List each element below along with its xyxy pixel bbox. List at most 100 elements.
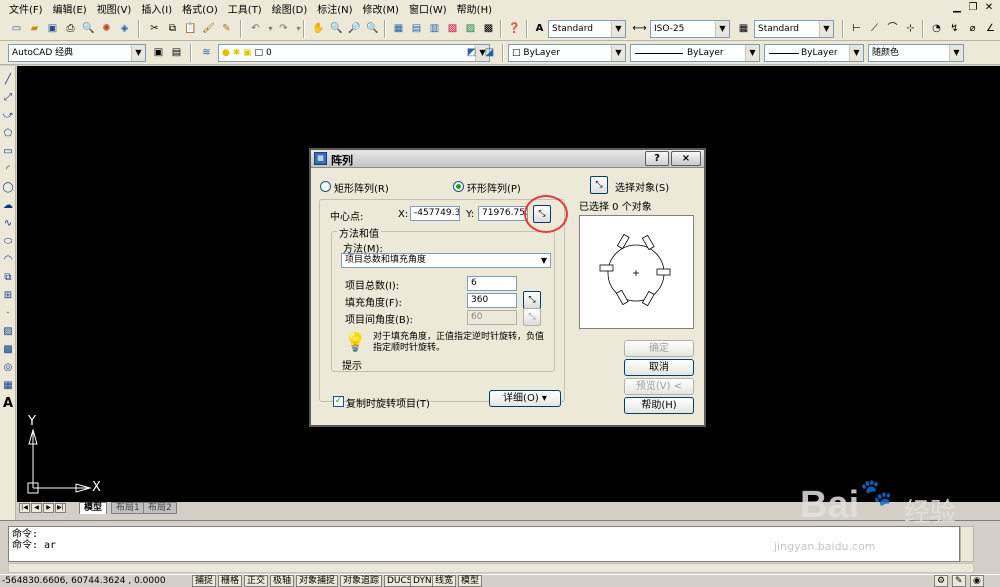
construction-line-icon[interactable]: ⤢ (0, 90, 16, 106)
menu-modify[interactable]: 修改(M) (358, 1, 404, 16)
otrack-toggle[interactable]: 对象追踪 (340, 575, 383, 587)
paste-icon[interactable]: 📋 (182, 20, 199, 37)
help-question-button[interactable]: ? (645, 151, 669, 166)
menu-dimension[interactable]: 标注(N) (312, 1, 357, 16)
make-object-layer-current-icon[interactable]: ◩ (463, 44, 480, 61)
block-editor-icon[interactable]: ✎ (218, 20, 235, 37)
layer-on-icon[interactable]: ● (222, 48, 230, 58)
center-x-input[interactable]: -457749.3 (410, 206, 460, 221)
method-select[interactable]: 项目总数和填充角度 ▼ (341, 253, 551, 268)
tab-model[interactable]: 模型 (79, 502, 108, 514)
markup-icon[interactable]: ▨ (462, 20, 479, 37)
sheet-set-icon[interactable]: ▧ (444, 20, 461, 37)
chevron-down-icon[interactable]: ▼ (745, 45, 759, 61)
text-style-combo[interactable]: Standard ▼ (548, 20, 626, 38)
aligned-dim-icon[interactable]: ⟋ (866, 20, 883, 37)
jogged-dim-icon[interactable]: ↯ (946, 20, 963, 37)
ok-button[interactable]: 确定 (624, 340, 694, 357)
help-button[interactable]: 帮助(H) (624, 397, 694, 414)
zoom-realtime-icon[interactable]: 🔍 (328, 20, 345, 37)
region-icon[interactable]: ◎ (0, 360, 16, 376)
next-tab-icon[interactable]: ▶ (43, 503, 54, 513)
chevron-down-icon[interactable]: ▼ (949, 45, 963, 61)
open-folder-icon[interactable]: ▰ (26, 20, 43, 37)
multiline-text-icon[interactable]: A (0, 396, 16, 412)
cancel-button[interactable]: 取消 (624, 359, 694, 376)
preview-button[interactable]: 预览(V) < (624, 378, 694, 395)
layer-freeze-icon[interactable]: ✱ (233, 48, 241, 58)
chevron-down-icon[interactable]: ▼ (819, 21, 833, 37)
dim-style-combo[interactable]: ISO-25 ▼ (650, 20, 730, 38)
text-style-icon[interactable]: A (531, 20, 548, 37)
lineweight-toggle[interactable]: 线宽 (432, 575, 457, 587)
ordinate-dim-icon[interactable]: ⊹ (902, 20, 919, 37)
osnap-toggle[interactable]: 对象捕捉 (296, 575, 339, 587)
properties-icon[interactable]: ▦ (390, 20, 407, 37)
polyline-icon[interactable]: ⤻ (0, 108, 16, 124)
chevron-down-icon[interactable]: ▼ (541, 254, 547, 267)
pan-icon[interactable]: ✋ (310, 20, 327, 37)
angular-dim-icon[interactable]: ∠ (982, 20, 999, 37)
line-icon[interactable]: ╱ (0, 72, 16, 88)
arc-length-icon[interactable]: ⌒ (884, 20, 901, 37)
help-icon[interactable]: ❓ (506, 20, 523, 37)
fill-angle-input[interactable]: 360 (467, 293, 517, 308)
arc-icon[interactable]: ◜ (0, 162, 16, 178)
chevron-down-icon[interactable]: ▼ (131, 45, 145, 61)
between-angle-input[interactable]: 60 (467, 310, 517, 325)
rotate-items-checkbox[interactable]: ✓ (333, 396, 344, 407)
menu-format[interactable]: 格式(O) (177, 1, 223, 16)
calculator-icon[interactable]: ▩ (480, 20, 497, 37)
tool-palettes-icon[interactable]: ▥ (426, 20, 443, 37)
circle-icon[interactable]: ◯ (0, 180, 16, 196)
match-properties-icon[interactable]: 🖌 (200, 20, 217, 37)
linear-dim-icon[interactable]: ⊢ (848, 20, 865, 37)
lineweight-combo[interactable]: ByLayer ▼ (764, 44, 864, 62)
first-tab-icon[interactable]: |◀ (19, 503, 30, 513)
3d-dwf-icon[interactable]: ◈ (116, 20, 133, 37)
layer-previous-icon[interactable]: ◪ (481, 44, 498, 61)
workspace-settings-icon[interactable]: ▣ (150, 44, 167, 61)
polar-toggle[interactable]: 极轴 (270, 575, 295, 587)
center-y-input[interactable]: 71976.751 (478, 206, 528, 221)
last-tab-icon[interactable]: ▶| (55, 503, 66, 513)
dyn-toggle[interactable]: DYN (410, 575, 435, 587)
revision-cloud-icon[interactable]: ☁ (0, 198, 16, 214)
total-items-input[interactable]: 6 (467, 276, 517, 291)
menu-view[interactable]: 视图(V) (92, 1, 137, 16)
diameter-dim-icon[interactable]: ⌀ (964, 20, 981, 37)
snap-toggle[interactable]: 捕捉 (192, 575, 217, 587)
rectangle-icon[interactable]: ▭ (0, 144, 16, 160)
ellipse-arc-icon[interactable]: ◠ (0, 252, 16, 268)
new-file-icon[interactable]: ▭ (8, 20, 25, 37)
spline-icon[interactable]: ∿ (0, 216, 16, 232)
table-style-combo[interactable]: Standard ▼ (754, 20, 834, 38)
prev-tab-icon[interactable]: ◀ (31, 503, 42, 513)
copy-icon[interactable]: ⧉ (164, 20, 181, 37)
close-icon[interactable]: ✕ (982, 1, 996, 15)
layer-combo[interactable]: ● ✱ ▣ □ 0 ▼ (218, 44, 490, 62)
rect-array-radio[interactable] (320, 181, 331, 192)
zoom-previous-icon[interactable]: 🔍 (364, 20, 381, 37)
table-icon[interactable]: ▦ (0, 378, 16, 394)
ellipse-icon[interactable]: ⬭ (0, 234, 16, 250)
design-center-icon[interactable]: ▤ (408, 20, 425, 37)
publish-icon[interactable]: ✺ (98, 20, 115, 37)
menu-window[interactable]: 窗口(W) (404, 1, 452, 16)
plot-icon[interactable]: ⎙ (62, 20, 79, 37)
chevron-down-icon[interactable]: ▼ (611, 21, 625, 37)
linetype-combo[interactable]: ByLayer ▼ (630, 44, 760, 62)
chevron-down-icon[interactable]: ▼ (715, 21, 729, 37)
pick-fill-angle-button[interactable]: ⤡ (523, 291, 541, 309)
menu-tools[interactable]: 工具(T) (223, 1, 267, 16)
minimize-icon[interactable]: ▁ (950, 1, 964, 15)
layer-manager-icon[interactable]: ≋ (198, 44, 215, 61)
insert-block-icon[interactable]: ⧉ (0, 270, 16, 286)
grid-toggle[interactable]: 栅格 (218, 575, 243, 587)
menu-edit[interactable]: 编辑(E) (48, 1, 92, 16)
menu-help[interactable]: 帮助(H) (452, 1, 497, 16)
pick-between-angle-button[interactable]: ⤡ (523, 308, 541, 326)
plotstyle-combo[interactable]: 随颜色 ▼ (868, 44, 964, 62)
model-toggle[interactable]: 模型 (458, 575, 483, 587)
chevron-down-icon[interactable]: ▼ (611, 45, 625, 61)
